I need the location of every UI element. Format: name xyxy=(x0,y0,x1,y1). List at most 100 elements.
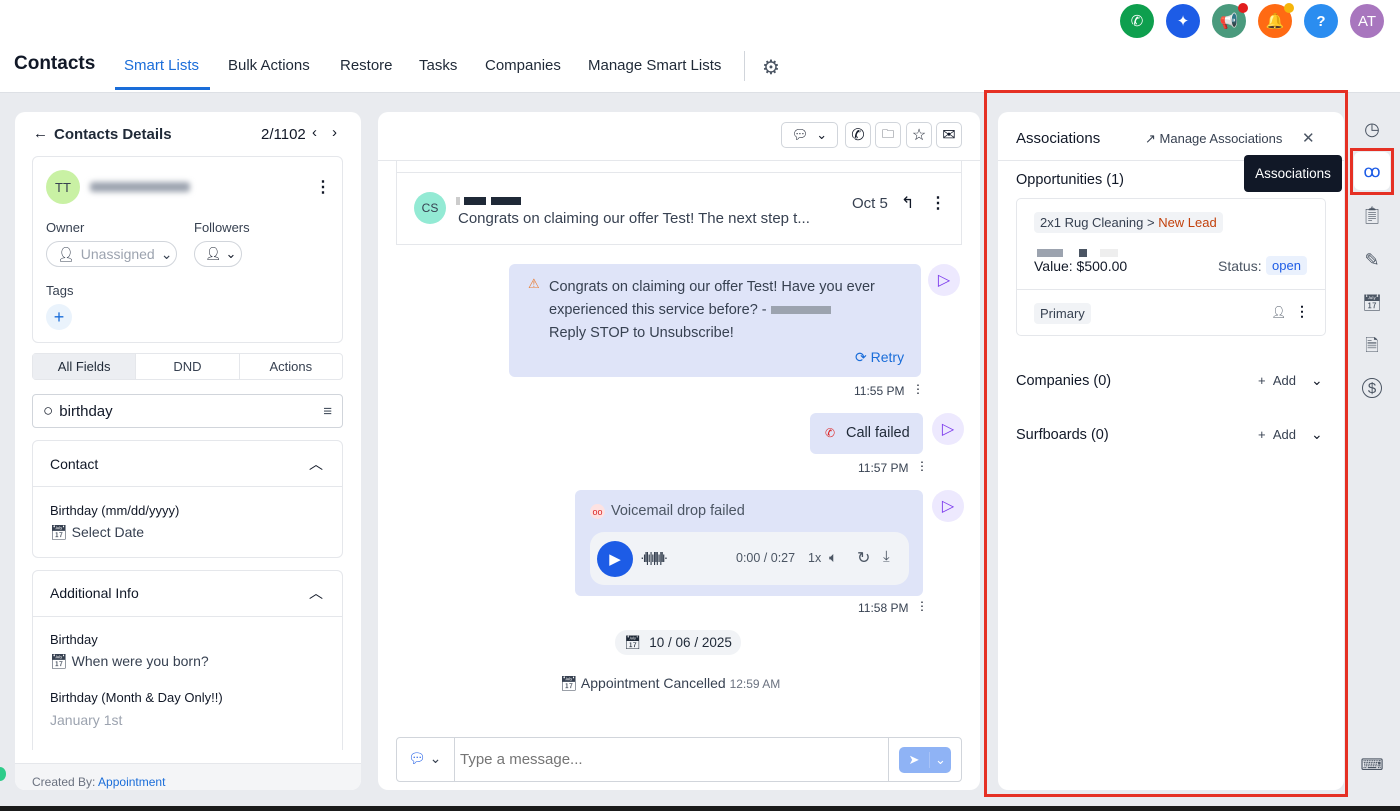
tab-all-fields[interactable]: All Fields xyxy=(33,354,136,379)
message-more-icon[interactable]: ⋮ xyxy=(912,382,924,396)
back-arrow-icon[interactable]: ← xyxy=(33,125,48,142)
email-button[interactable]: ✉ xyxy=(936,122,962,148)
replay-icon[interactable]: ↻ xyxy=(857,548,870,568)
tab-smart-lists[interactable]: Smart Lists xyxy=(124,57,199,74)
message-more-icon[interactable]: ⋮ xyxy=(916,459,928,473)
announcement-icon[interactable]: 📢 xyxy=(1212,3,1248,38)
help-button[interactable]: ? xyxy=(1304,4,1338,38)
ai-sparkle-icon[interactable]: ✦ xyxy=(1166,4,1200,38)
owner-select[interactable]: 👤︎ Unassigned ⌄ xyxy=(46,241,177,267)
owner-label: Owner xyxy=(46,220,85,235)
playback-speed[interactable]: 1x xyxy=(808,551,821,565)
message-more-icon[interactable]: ⋮ xyxy=(916,599,928,613)
collapse-chevron-icon[interactable]: ︿ xyxy=(309,454,323,474)
divider xyxy=(888,738,889,781)
field-label: Birthday (mm/dd/yyyy) xyxy=(50,503,180,518)
created-by-link[interactable]: Appointment xyxy=(98,775,165,789)
divider xyxy=(32,616,343,617)
settings-gear-icon[interactable]: ⚙ xyxy=(762,55,780,80)
field-label: Birthday xyxy=(50,632,98,647)
followers-label: Followers xyxy=(194,220,250,235)
followers-select[interactable]: 👤︎ ⌄ xyxy=(194,241,242,267)
activity-history-icon[interactable]: ◷ xyxy=(1359,116,1385,142)
chevron-down-icon[interactable]: ⌄ xyxy=(929,752,951,768)
birthday-month-day-input[interactable]: January 1st xyxy=(50,712,122,728)
tasks-clipboard-icon[interactable]: 📋︎ xyxy=(1359,203,1385,229)
prev-record-button[interactable]: ‹ xyxy=(312,124,317,141)
add-surfboard-button[interactable]: + Add xyxy=(1258,427,1296,442)
external-link-icon: ↗ xyxy=(1145,131,1156,146)
download-icon[interactable]: ⤓ xyxy=(883,548,890,565)
tab-tasks[interactable]: Tasks xyxy=(419,57,457,74)
add-folder-button[interactable]: 🗀 xyxy=(875,122,901,148)
event-label: Appointment Cancelled xyxy=(580,675,726,691)
status-label: Status: xyxy=(1218,258,1262,274)
add-label: Add xyxy=(1272,373,1296,388)
message-type-select[interactable]: 💬︎ ⌄ xyxy=(408,750,441,767)
filter-icon[interactable]: ≡ xyxy=(323,403,332,420)
tab-manage-smart-lists[interactable]: Manage Smart Lists xyxy=(588,57,721,74)
phone-icon[interactable]: ✆ xyxy=(1120,4,1154,38)
manage-label: Manage Associations xyxy=(1159,131,1283,146)
send-button[interactable]: ➤ ⌄ xyxy=(899,747,951,773)
tab-restore[interactable]: Restore xyxy=(340,57,393,74)
notes-pen-icon[interactable]: ✎ xyxy=(1359,247,1385,273)
opportunity-more-icon[interactable]: ⋮ xyxy=(1295,303,1309,320)
birthday-date-picker[interactable]: 📅︎ Select Date xyxy=(50,524,144,541)
pipeline-stage-badge: 2x1 Rug Cleaning > New Lead xyxy=(1034,212,1223,233)
more-options-icon[interactable]: ⋮ xyxy=(315,177,331,197)
opportunities-heading: Opportunities (1) xyxy=(1016,172,1124,188)
tags-label: Tags xyxy=(46,283,74,298)
calendar-icon[interactable]: 📅︎ xyxy=(1359,290,1385,316)
manage-associations-link[interactable]: ↗ Manage Associations xyxy=(1145,131,1282,147)
payments-dollar-icon[interactable]: $ xyxy=(1362,378,1382,398)
message-input[interactable] xyxy=(456,740,886,779)
field-search-input[interactable]: ○ birthday ≡ xyxy=(32,394,343,428)
reply-icon[interactable]: ↰ xyxy=(901,193,914,213)
keyboard-icon[interactable]: ⌨ xyxy=(1359,752,1385,778)
retry-label: Retry xyxy=(870,349,905,365)
add-company-button[interactable]: + Add xyxy=(1258,373,1296,388)
appointment-event: 📅︎ Appointment Cancelled 12:59 AM xyxy=(560,675,780,692)
chevron-down-icon: ⌄ xyxy=(160,245,173,262)
thread-more-icon[interactable]: ⋮ xyxy=(930,193,946,213)
stage-name: New Lead xyxy=(1158,215,1217,230)
status-badge: open xyxy=(1266,256,1307,275)
birthday-input[interactable]: 📅︎ When were you born? xyxy=(50,653,209,670)
section-title: Contact xyxy=(50,456,99,472)
pipeline-name: 2x1 Rug Cleaning xyxy=(1040,215,1144,230)
collapse-chevron-icon[interactable]: ︿ xyxy=(309,583,323,603)
warning-icon: ⚠ xyxy=(528,276,540,291)
star-icon: ☆ xyxy=(911,127,927,144)
close-icon[interactable]: ✕ xyxy=(1302,129,1315,147)
tab-actions[interactable]: Actions xyxy=(238,354,342,379)
notification-bell-icon[interactable]: 🔔 xyxy=(1258,3,1294,38)
retry-button[interactable]: ⟳ Retry xyxy=(855,349,904,366)
message-time: 11:55 PM xyxy=(854,384,905,398)
field-value: When were you born? xyxy=(71,653,209,669)
waveform[interactable]: ·ıl|ı|ı|l|ı|lı· xyxy=(640,549,668,565)
highlight-box-rail xyxy=(1350,148,1394,195)
chevron-down-icon[interactable]: ⌄ xyxy=(1311,426,1323,443)
channel-select[interactable]: 💬︎ ⌄ xyxy=(781,122,838,148)
companies-heading: Companies (0) xyxy=(1016,373,1112,389)
tab-companies[interactable]: Companies xyxy=(485,57,561,74)
user-avatar[interactable]: AT xyxy=(1350,4,1384,38)
next-record-button[interactable]: › xyxy=(332,124,337,141)
play-button[interactable]: ▶ xyxy=(597,541,633,577)
document-icon[interactable]: 🗎 xyxy=(1359,334,1385,360)
remove-user-icon[interactable]: 👤︎ xyxy=(1271,305,1286,319)
tab-bulk-actions[interactable]: Bulk Actions xyxy=(228,57,310,74)
divider xyxy=(1016,289,1326,290)
tab-dnd[interactable]: DND xyxy=(135,354,238,379)
star-button[interactable]: ☆ xyxy=(906,122,932,148)
add-tag-button[interactable]: + xyxy=(46,304,72,330)
volume-icon[interactable]: 🔈︎ xyxy=(829,549,837,566)
message-text: Voicemail drop failed xyxy=(611,503,745,519)
search-value: birthday xyxy=(59,402,113,420)
chevron-down-icon[interactable]: ⌄ xyxy=(1311,372,1323,389)
call-button[interactable]: ✆ xyxy=(845,122,871,148)
associations-title: Associations xyxy=(1016,130,1101,147)
thread-preview: Congrats on claiming our offer Test! The… xyxy=(458,210,810,227)
calendar-icon: 📅︎ xyxy=(624,634,642,650)
